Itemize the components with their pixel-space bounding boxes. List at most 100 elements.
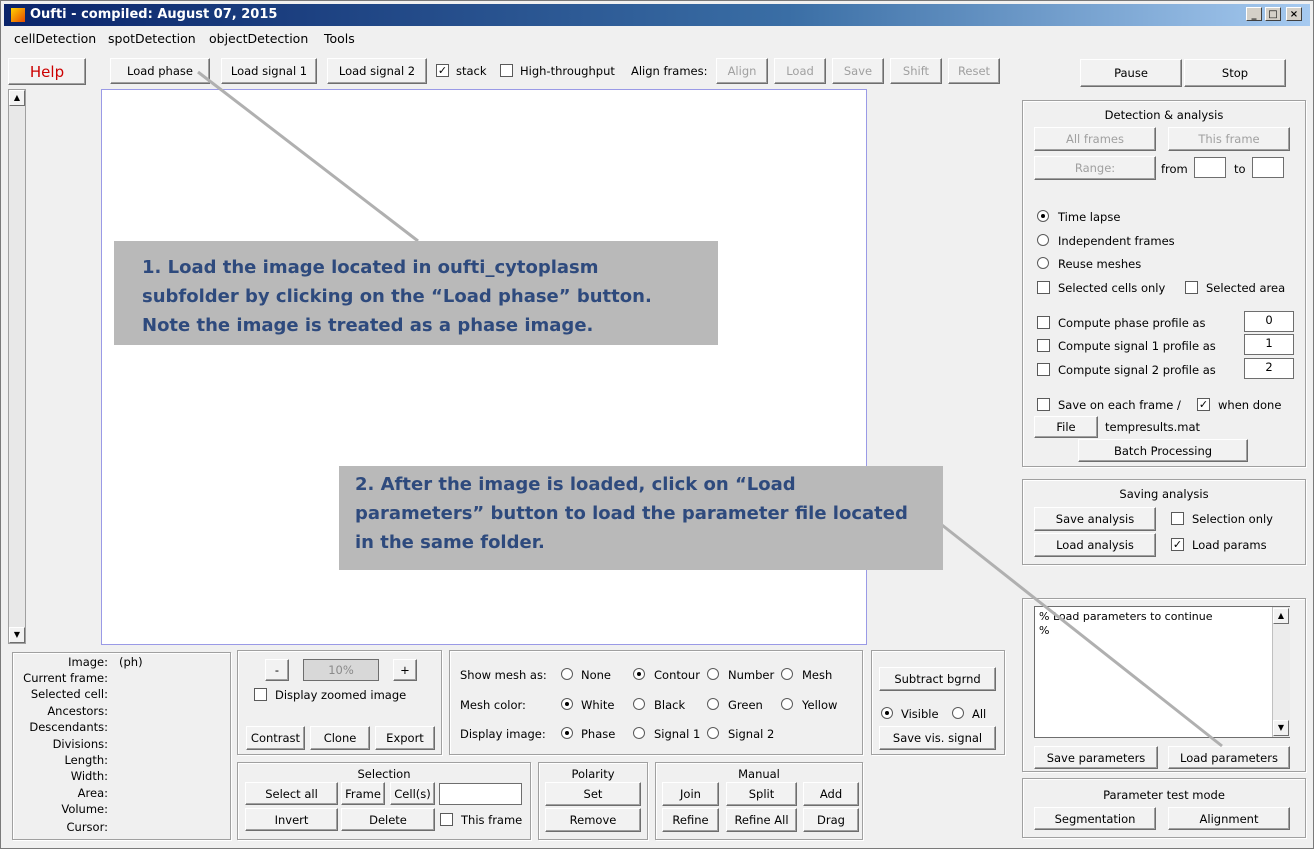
menu-celldetection[interactable]: cellDetection xyxy=(14,31,96,46)
menu-tools[interactable]: Tools xyxy=(324,31,355,46)
selected-cells-only-checkbox[interactable] xyxy=(1037,281,1050,294)
help-button[interactable]: Help xyxy=(8,58,86,85)
invert-button[interactable]: Invert xyxy=(245,808,338,831)
join-button[interactable]: Join xyxy=(662,782,719,806)
add-button[interactable]: Add xyxy=(803,782,859,806)
display-zoomed-checkbox[interactable] xyxy=(254,688,267,701)
range-button[interactable]: Range: xyxy=(1034,156,1156,180)
info-ancestors-label: Ancestors: xyxy=(47,704,108,718)
from-input[interactable] xyxy=(1194,157,1226,178)
all-frames-button[interactable]: All frames xyxy=(1034,127,1156,151)
select-all-button[interactable]: Select all xyxy=(245,782,338,805)
independent-frames-radio[interactable] xyxy=(1037,234,1049,246)
log-scrollbar[interactable]: ▲ ▼ xyxy=(1272,607,1290,737)
load-analysis-button[interactable]: Load analysis xyxy=(1034,533,1156,557)
signal1-profile-input[interactable]: 1 xyxy=(1244,334,1294,355)
align-load-button[interactable]: Load xyxy=(774,58,826,84)
window-title: Oufti - compiled: August 07, 2015 xyxy=(30,7,278,22)
select-frame-button[interactable]: Frame xyxy=(341,782,385,805)
zoom-level[interactable]: 10% xyxy=(303,659,379,681)
contrast-button[interactable]: Contrast xyxy=(246,726,305,750)
refine-button[interactable]: Refine xyxy=(662,808,719,832)
all-radio[interactable] xyxy=(952,707,964,719)
minimize-button[interactable]: _ xyxy=(1246,7,1262,21)
this-frame-button[interactable]: This frame xyxy=(1168,127,1290,151)
scroll-down-icon[interactable]: ▼ xyxy=(9,627,25,643)
when-done-checkbox[interactable]: ✓ xyxy=(1197,398,1210,411)
frame-scrollbar[interactable]: ▲ ▼ xyxy=(8,89,26,644)
image-phase-radio[interactable] xyxy=(561,727,573,739)
maximize-button[interactable]: □ xyxy=(1265,7,1281,21)
mesh-mesh-radio[interactable] xyxy=(781,668,793,680)
mesh-color-label: Mesh color: xyxy=(460,698,526,712)
title-bar: Oufti - compiled: August 07, 2015 _ □ × xyxy=(4,4,1310,26)
shift-button[interactable]: Shift xyxy=(890,58,942,84)
info-image-value: (ph) xyxy=(119,655,143,669)
subtract-bgrnd-button[interactable]: Subtract bgrnd xyxy=(879,667,996,691)
reuse-meshes-radio[interactable] xyxy=(1037,257,1049,269)
from-label: from xyxy=(1161,162,1188,176)
polarity-set-button[interactable]: Set xyxy=(545,782,641,806)
load-phase-button[interactable]: Load phase xyxy=(110,58,210,84)
compute-signal1-checkbox[interactable] xyxy=(1037,339,1050,352)
segmentation-button[interactable]: Segmentation xyxy=(1034,807,1156,830)
color-black-radio[interactable] xyxy=(633,698,645,710)
clone-button[interactable]: Clone xyxy=(310,726,370,750)
compute-phase-checkbox[interactable] xyxy=(1037,316,1050,329)
file-button[interactable]: File xyxy=(1034,416,1098,438)
load-signal2-button[interactable]: Load signal 2 xyxy=(327,58,427,84)
save-parameters-button[interactable]: Save parameters xyxy=(1034,746,1158,769)
info-cursor-label: Cursor: xyxy=(66,820,108,834)
selection-only-checkbox[interactable] xyxy=(1171,512,1184,525)
high-throughput-checkbox[interactable] xyxy=(500,64,513,77)
menu-objectdetection[interactable]: objectDetection xyxy=(209,31,308,46)
to-input[interactable] xyxy=(1252,157,1284,178)
align-button[interactable]: Align xyxy=(716,58,768,84)
color-yellow-radio[interactable] xyxy=(781,698,793,710)
time-lapse-radio[interactable] xyxy=(1037,210,1049,222)
scroll-up-icon[interactable]: ▲ xyxy=(9,90,25,106)
pause-button[interactable]: Pause xyxy=(1080,59,1182,87)
this-frame-checkbox[interactable] xyxy=(440,813,453,826)
zoom-in-button[interactable]: + xyxy=(393,659,417,681)
export-button[interactable]: Export xyxy=(375,726,435,750)
select-cells-button[interactable]: Cell(s) xyxy=(390,782,435,805)
image-signal1-radio[interactable] xyxy=(633,727,645,739)
stack-checkbox[interactable]: ✓ xyxy=(436,64,449,77)
load-signal1-button[interactable]: Load signal 1 xyxy=(221,58,317,84)
save-analysis-button[interactable]: Save analysis xyxy=(1034,507,1156,531)
save-vis-signal-button[interactable]: Save vis. signal xyxy=(879,726,996,750)
alignment-button[interactable]: Alignment xyxy=(1168,807,1290,830)
menu-spotdetection[interactable]: spotDetection xyxy=(108,31,196,46)
stop-button[interactable]: Stop xyxy=(1184,59,1286,87)
split-button[interactable]: Split xyxy=(726,782,797,806)
save-each-frame-checkbox[interactable] xyxy=(1037,398,1050,411)
delete-button[interactable]: Delete xyxy=(341,808,435,831)
log-textbox[interactable]: % Load parameters to continue % ▲ ▼ xyxy=(1034,606,1290,738)
selected-area-checkbox[interactable] xyxy=(1185,281,1198,294)
mesh-contour-radio[interactable] xyxy=(633,668,645,680)
signal2-profile-input[interactable]: 2 xyxy=(1244,358,1294,379)
image-signal2-radio[interactable] xyxy=(707,727,719,739)
visible-radio[interactable] xyxy=(881,707,893,719)
log-scroll-up-icon[interactable]: ▲ xyxy=(1273,608,1289,624)
align-save-button[interactable]: Save xyxy=(832,58,884,84)
cells-input[interactable] xyxy=(439,783,522,805)
log-scroll-down-icon[interactable]: ▼ xyxy=(1273,720,1289,736)
polarity-remove-button[interactable]: Remove xyxy=(545,808,641,832)
reset-button[interactable]: Reset xyxy=(948,58,1000,84)
color-white-radio[interactable] xyxy=(561,698,573,710)
zoom-out-button[interactable]: - xyxy=(265,659,289,681)
load-parameters-button[interactable]: Load parameters xyxy=(1168,746,1290,769)
refine-all-button[interactable]: Refine All xyxy=(726,808,797,832)
batch-processing-button[interactable]: Batch Processing xyxy=(1078,439,1248,462)
drag-button[interactable]: Drag xyxy=(803,808,859,832)
mesh-none-radio[interactable] xyxy=(561,668,573,680)
phase-profile-input[interactable]: 0 xyxy=(1244,311,1294,332)
mesh-number-radio[interactable] xyxy=(707,668,719,680)
polarity-title: Polarity xyxy=(571,767,615,781)
color-green-radio[interactable] xyxy=(707,698,719,710)
compute-signal2-checkbox[interactable] xyxy=(1037,363,1050,376)
close-button[interactable]: × xyxy=(1286,7,1302,21)
load-params-checkbox[interactable]: ✓ xyxy=(1171,538,1184,551)
